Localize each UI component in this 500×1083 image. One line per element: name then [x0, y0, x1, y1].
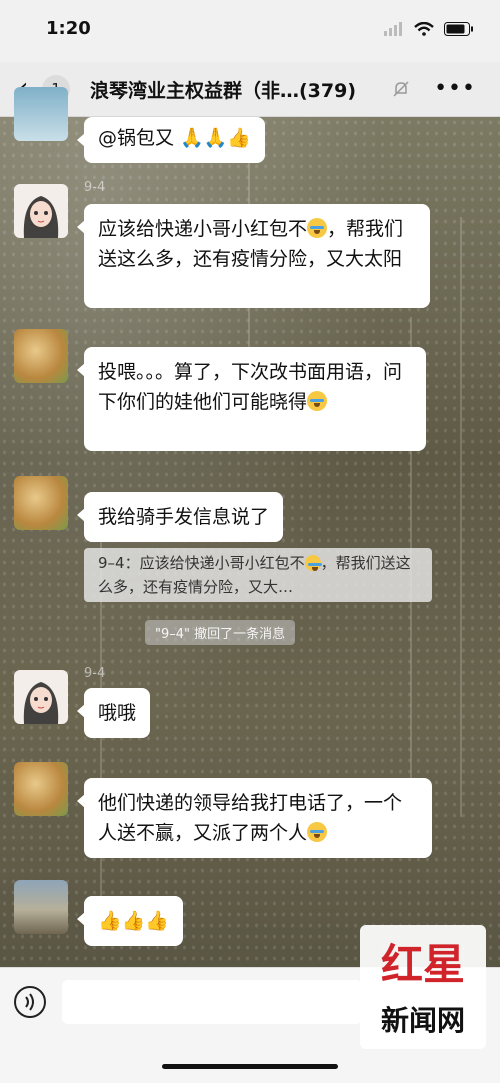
avatar[interactable] — [14, 476, 68, 530]
message-bubble[interactable]: 应该给快递小哥小红包不 ，帮我们送这么多，还有疫情分险，又大太阳 — [77, 204, 430, 308]
message-bubble[interactable]: 投喂。。。算了，下次改书面用语，问下你们的娃他们可能晓得 — [77, 347, 426, 451]
signal-icon — [384, 22, 402, 36]
crying-laugh-emoji-icon — [307, 218, 328, 238]
avatar[interactable] — [14, 87, 68, 141]
clock: 1:20 — [46, 18, 91, 39]
watermark-top-text: 红星 — [380, 940, 465, 989]
recall-notice: "9–4" 撤回了一条消息 — [145, 620, 296, 645]
message-bubble[interactable]: 👍👍👍 — [77, 896, 183, 946]
avatar[interactable] — [14, 762, 68, 816]
message-bubble[interactable]: 哦哦 — [76, 688, 151, 738]
status-icons — [384, 22, 474, 36]
wifi-icon — [414, 22, 434, 36]
sender-name: 9-4 — [84, 180, 106, 195]
crying-laugh-emoji-icon — [307, 822, 328, 842]
battery-icon — [444, 22, 473, 36]
mute-bell-icon — [393, 81, 409, 97]
more-options-button[interactable]: ••• — [434, 76, 476, 101]
quoted-message[interactable]: 9–4：应该给快递小哥小红包不 ，帮我们送这么多，还有疫情分险，又大… — [84, 548, 432, 602]
watermark-bottom-text: 新闻网 — [380, 1004, 465, 1037]
message-input[interactable] — [62, 980, 362, 1024]
home-indicator — [162, 1064, 338, 1069]
chat-header: ‹ 1 浪琴湾业主权益群（非…(379) ••• — [0, 62, 500, 117]
message-bubble[interactable]: 我给骑手发信息说了 — [76, 492, 284, 542]
voice-input-icon[interactable] — [14, 986, 46, 1018]
group-title: 浪琴湾业主权益群（非…(379) — [90, 80, 357, 102]
avatar[interactable] — [14, 184, 68, 238]
crying-laugh-emoji-icon — [307, 391, 328, 411]
crying-laugh-emoji-icon — [304, 555, 322, 571]
sender-name: 9-4 — [84, 666, 106, 681]
message-bubble[interactable]: 他们快递的领导给我打电话了，一个人送不赢，又派了两个人 — [77, 778, 432, 858]
avatar[interactable] — [14, 880, 68, 934]
avatar[interactable] — [14, 670, 68, 724]
watermark-logo: 红星 新闻网 — [360, 925, 486, 1049]
status-bar: 1:20 — [0, 0, 500, 62]
avatar[interactable] — [14, 329, 68, 383]
message-bubble[interactable]: @锅包又 🙏🙏👍 — [76, 117, 266, 163]
